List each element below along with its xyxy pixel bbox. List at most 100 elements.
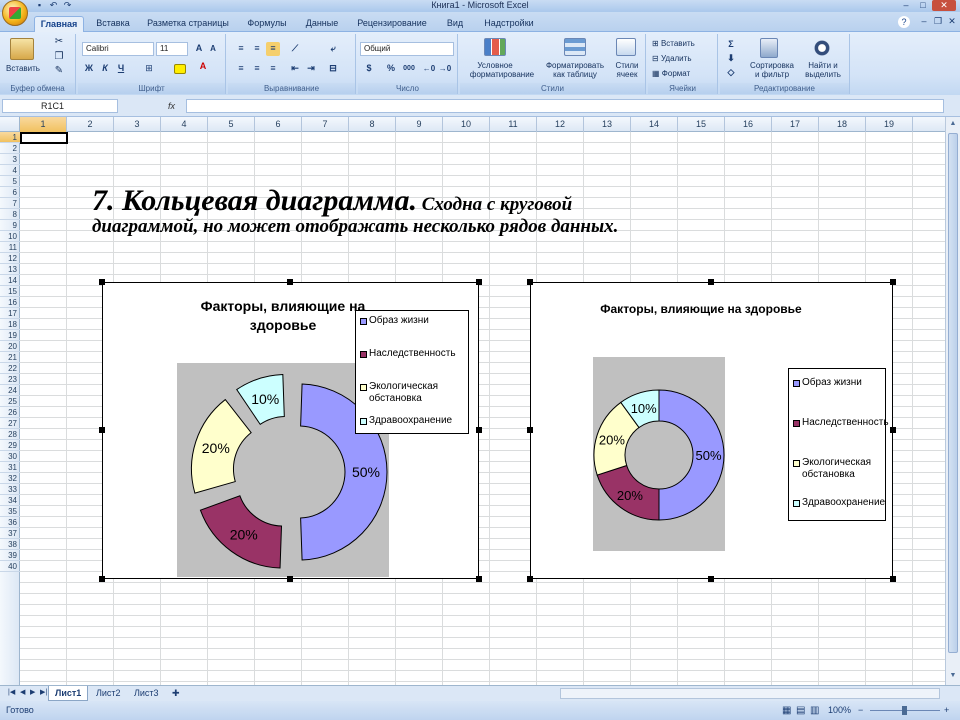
row-header[interactable]: 2 <box>0 143 20 154</box>
row-header[interactable]: 35 <box>0 506 20 517</box>
column-header[interactable]: 11 <box>490 117 537 132</box>
column-header[interactable]: 17 <box>772 117 819 132</box>
align-middle-icon[interactable]: ≡ <box>250 42 264 56</box>
scroll-up-icon[interactable]: ▲ <box>948 119 958 129</box>
column-header[interactable]: 3 <box>114 117 161 132</box>
italic-button[interactable]: К <box>98 62 112 76</box>
row-header[interactable]: 9 <box>0 220 20 231</box>
column-header[interactable]: 2 <box>67 117 114 132</box>
sort-filter-label-2[interactable]: и фильтр <box>746 70 798 79</box>
tab-data[interactable]: Данные <box>298 16 346 32</box>
increase-indent-icon[interactable]: ⇥ <box>304 62 318 76</box>
column-header[interactable]: 5 <box>208 117 255 132</box>
scroll-thumb[interactable] <box>948 133 958 653</box>
column-header[interactable]: 8 <box>349 117 396 132</box>
decrease-decimal-icon[interactable]: →0 <box>438 62 452 76</box>
column-header[interactable]: 15 <box>678 117 725 132</box>
zoom-level[interactable]: 100% <box>828 701 851 720</box>
column-header[interactable]: 7 <box>302 117 349 132</box>
fill-icon[interactable]: ⬇ <box>724 52 738 66</box>
sort-filter-label-1[interactable]: Сортировка <box>746 61 798 70</box>
donut-chart-exploded[interactable]: Факторы, влияющие на здоровье 50% 20% 20% 1… <box>102 282 479 579</box>
tab-view[interactable]: Вид <box>440 16 470 32</box>
scroll-down-icon[interactable]: ▼ <box>948 671 958 681</box>
format-painter-icon[interactable]: ✎ <box>52 66 66 76</box>
formula-input[interactable] <box>186 99 944 113</box>
column-header[interactable]: 1 <box>20 117 67 132</box>
bold-button[interactable]: Ж <box>82 62 96 76</box>
row-header[interactable]: 6 <box>0 187 20 198</box>
row-header[interactable]: 3 <box>0 154 20 165</box>
column-header[interactable]: 12 <box>537 117 584 132</box>
find-select-label-1[interactable]: Найти и <box>798 61 848 70</box>
resize-handle[interactable] <box>708 576 714 582</box>
number-format-field[interactable]: Общий <box>360 42 454 56</box>
row-header[interactable]: 34 <box>0 495 20 506</box>
doc-close-icon[interactable]: ✕ <box>944 16 960 27</box>
page-layout-view-icon[interactable]: ▤ <box>796 701 805 720</box>
zoom-in-button[interactable]: + <box>944 701 949 720</box>
tab-review[interactable]: Рецензирование <box>350 16 434 32</box>
delete-cells-button[interactable]: ⊟ Удалить <box>652 54 714 63</box>
row-header[interactable]: 14 <box>0 275 20 286</box>
column-header[interactable]: 10 <box>443 117 490 132</box>
copy-icon[interactable]: ❐ <box>52 52 66 62</box>
row-header[interactable]: 40 <box>0 561 20 572</box>
normal-view-icon[interactable]: ▦ <box>782 701 791 720</box>
row-header[interactable]: 25 <box>0 396 20 407</box>
select-all-corner[interactable] <box>0 117 20 132</box>
maximize-icon[interactable]: □ <box>915 0 931 11</box>
row-header[interactable]: 10 <box>0 231 20 242</box>
font-size-field[interactable]: 11 <box>156 42 188 56</box>
column-header[interactable]: 18 <box>819 117 866 132</box>
row-header[interactable]: 36 <box>0 517 20 528</box>
row-header[interactable]: 39 <box>0 550 20 561</box>
row-header[interactable]: 5 <box>0 176 20 187</box>
resize-handle[interactable] <box>527 279 533 285</box>
decrease-indent-icon[interactable]: ⇤ <box>288 62 302 76</box>
cut-icon[interactable]: ✂ <box>52 37 66 47</box>
vertical-scrollbar[interactable]: ▲ ▼ <box>945 117 960 685</box>
help-icon[interactable]: ? <box>898 16 910 28</box>
donut-chart[interactable]: Факторы, влияющие на здоровье 50% 20% 20% 1… <box>530 282 893 579</box>
row-header[interactable]: 4 <box>0 165 20 176</box>
cell-styles-label-2[interactable]: ячеек <box>610 70 644 79</box>
zoom-slider-thumb[interactable] <box>902 706 907 715</box>
clear-icon[interactable]: ◇ <box>724 66 738 80</box>
cell-styles-label-1[interactable]: Стили <box>610 61 644 70</box>
underline-button[interactable]: Ч <box>114 62 128 76</box>
row-header[interactable]: 23 <box>0 374 20 385</box>
resize-handle[interactable] <box>287 279 293 285</box>
insert-sheet-icon[interactable]: ✚ <box>166 686 186 701</box>
row-header[interactable]: 33 <box>0 484 20 495</box>
row-header[interactable]: 21 <box>0 352 20 363</box>
font-color-icon[interactable]: A <box>196 60 210 74</box>
sheet-tab-1[interactable]: Лист1 <box>48 686 89 701</box>
row-header[interactable]: 22 <box>0 363 20 374</box>
row-header[interactable]: 16 <box>0 297 20 308</box>
resize-handle[interactable] <box>476 427 482 433</box>
tab-formulas[interactable]: Формулы <box>240 16 294 32</box>
align-center-icon[interactable]: ≡ <box>250 62 264 76</box>
row-header[interactable]: 11 <box>0 242 20 253</box>
align-top-icon[interactable]: ≡ <box>234 42 248 56</box>
horizontal-scrollbar[interactable] <box>560 688 940 699</box>
row-header[interactable]: 15 <box>0 286 20 297</box>
row-header[interactable]: 29 <box>0 440 20 451</box>
fill-color-icon[interactable] <box>174 64 186 74</box>
row-header[interactable]: 30 <box>0 451 20 462</box>
find-select-label-2[interactable]: выделить <box>798 70 848 79</box>
name-box[interactable]: R1C1 <box>2 99 118 113</box>
office-button[interactable] <box>2 0 28 26</box>
grow-font-icon[interactable]: A <box>192 42 206 56</box>
resize-handle[interactable] <box>99 427 105 433</box>
column-header[interactable]: 14 <box>631 117 678 132</box>
align-bottom-icon[interactable]: ≡ <box>266 42 280 56</box>
font-name-field[interactable]: Calibri <box>82 42 154 56</box>
shrink-font-icon[interactable]: A <box>206 42 220 56</box>
row-header[interactable]: 28 <box>0 429 20 440</box>
minimize-icon[interactable]: – <box>898 0 914 11</box>
align-right-icon[interactable]: ≡ <box>266 62 280 76</box>
row-header[interactable]: 12 <box>0 253 20 264</box>
tab-addins[interactable]: Надстройки <box>476 16 542 32</box>
